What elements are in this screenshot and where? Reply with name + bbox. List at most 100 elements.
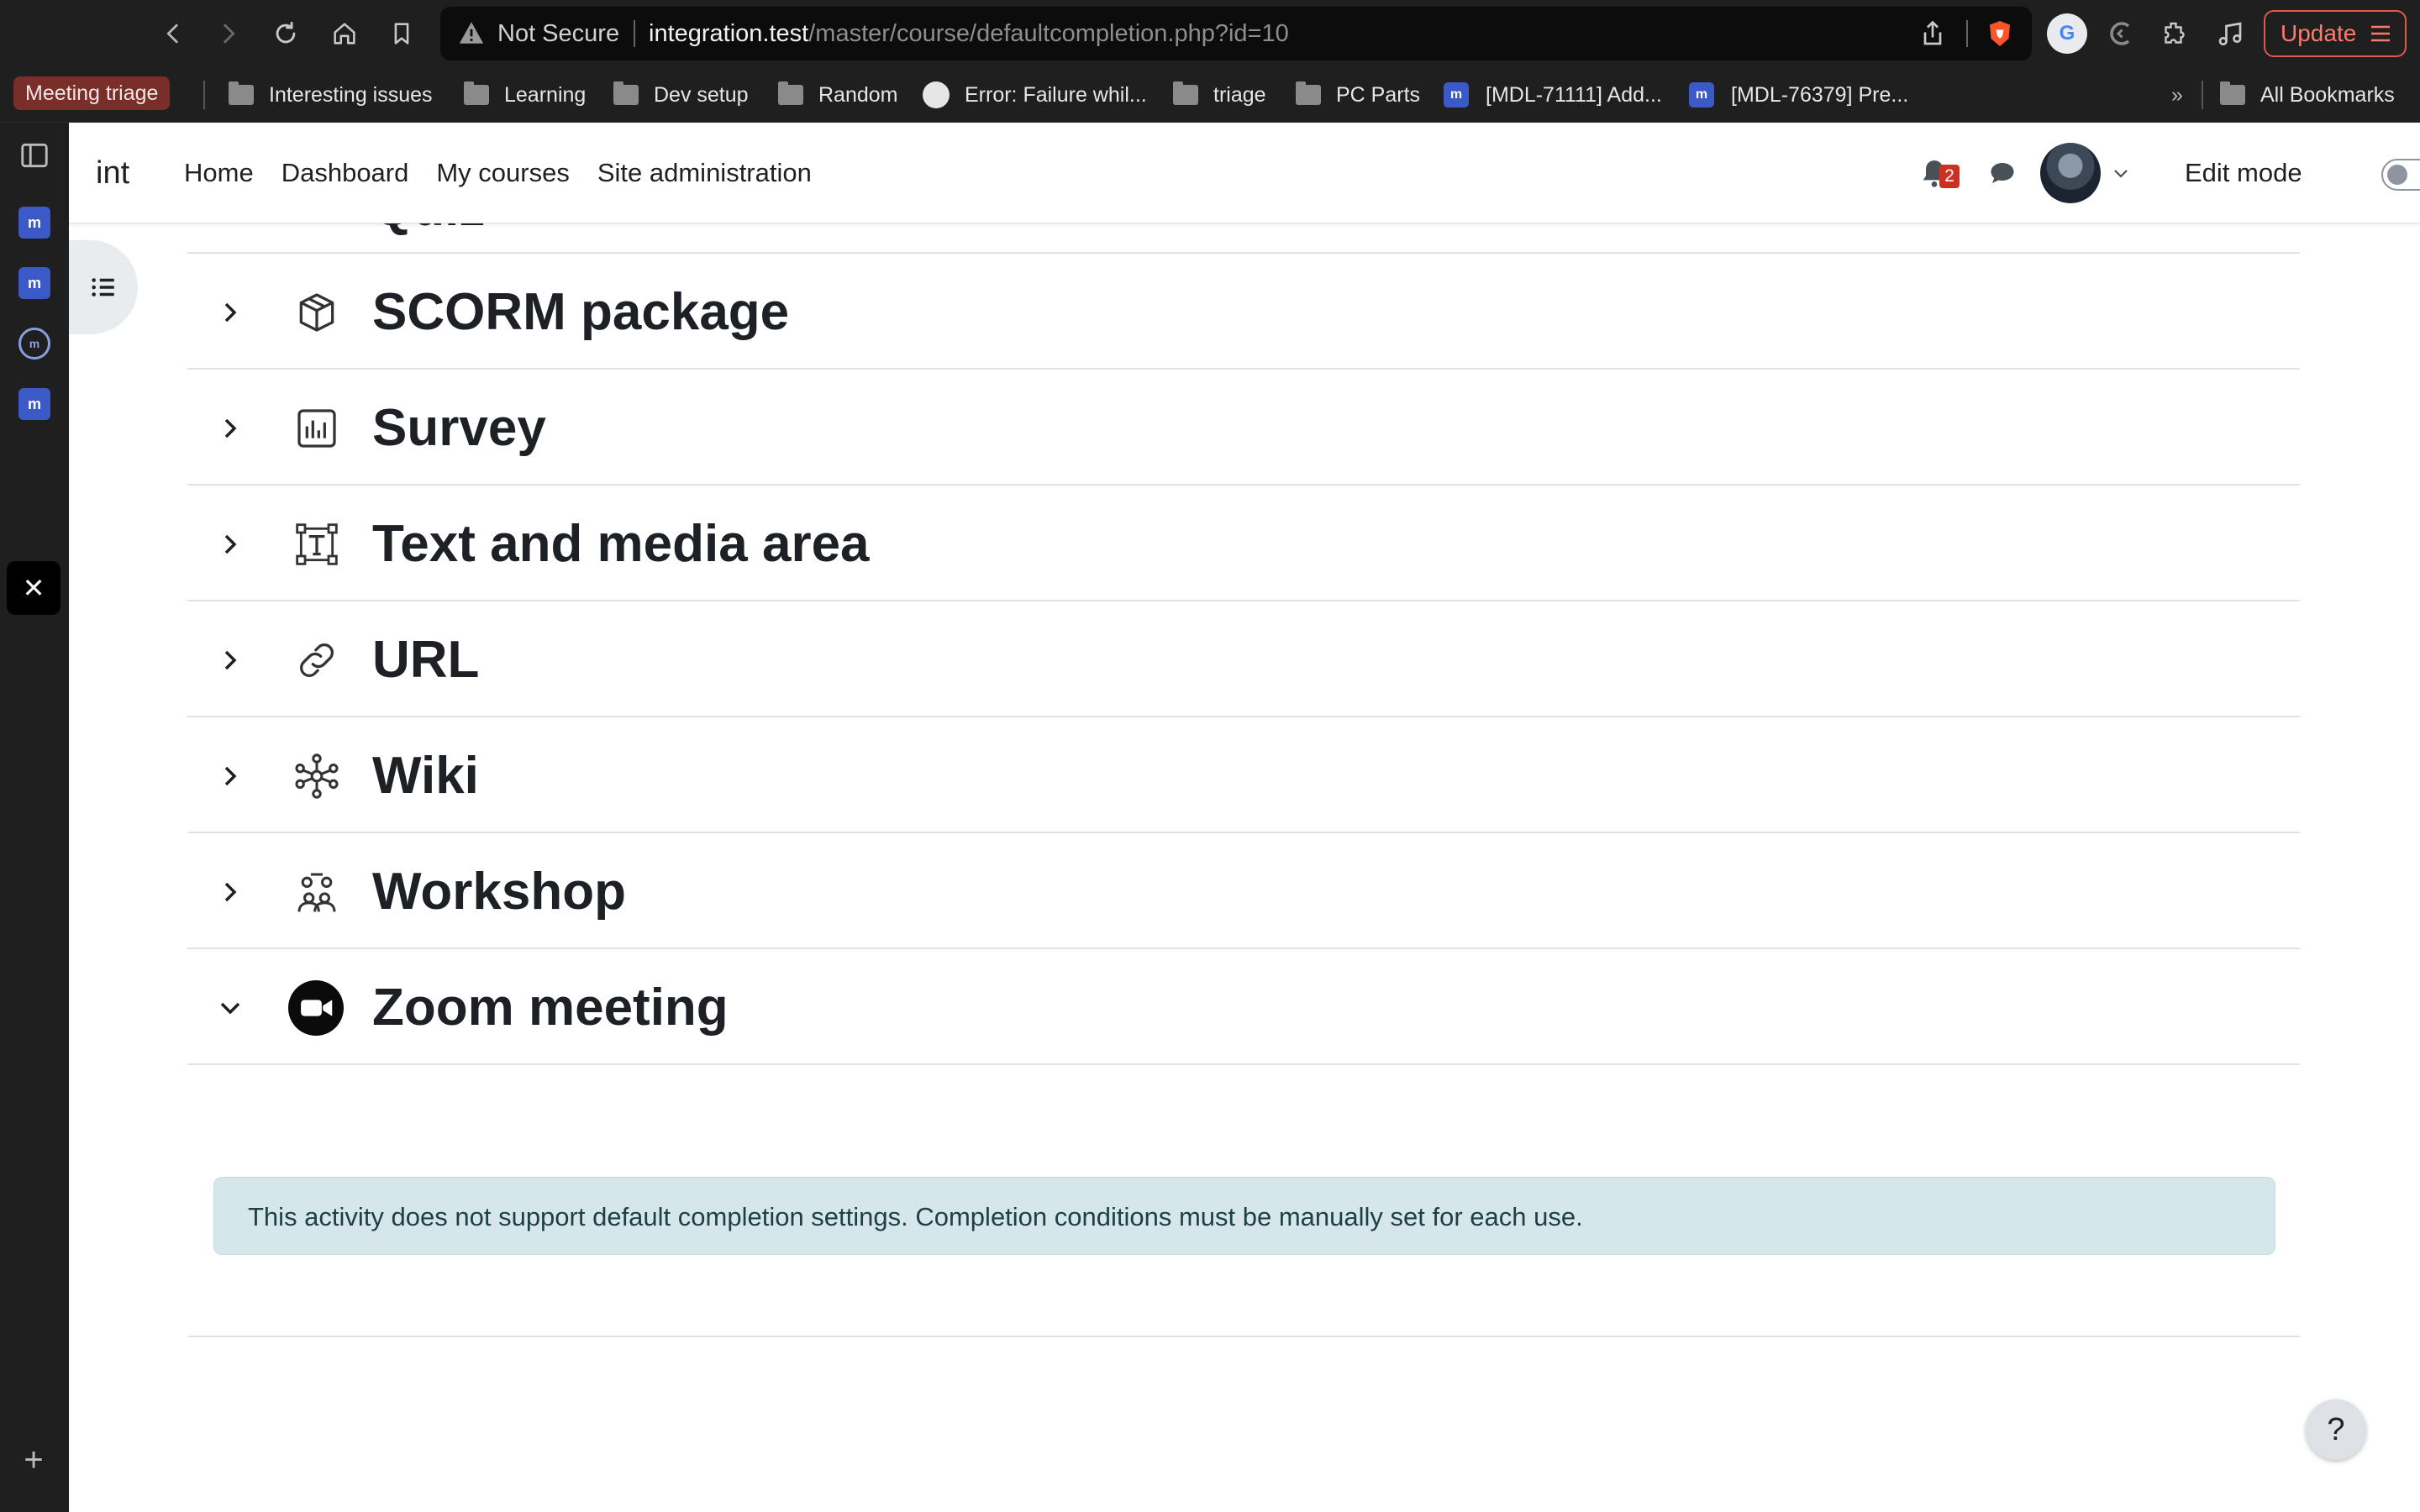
bookmarks-overflow[interactable]: »	[2171, 76, 2183, 113]
back-button[interactable]	[153, 13, 193, 54]
url-divider	[634, 20, 635, 47]
translate-extension-icon[interactable]: G	[2047, 13, 2087, 54]
activity-row-survey[interactable]: Survey	[187, 370, 2300, 486]
edit-mode-toggle[interactable]	[2381, 159, 2420, 191]
link-icon	[299, 643, 334, 678]
history-extension-icon[interactable]	[2106, 18, 2136, 49]
bookmark-label: Interesting issues	[269, 82, 433, 107]
activity-row-wiki[interactable]: Wiki	[187, 717, 2300, 833]
bookmarks-divider	[203, 81, 205, 109]
help-button[interactable]: ?	[2306, 1399, 2366, 1460]
bookmark-label: PC Parts	[1336, 82, 1421, 107]
list-icon	[92, 278, 114, 297]
moodle-icon[interactable]: m	[18, 388, 50, 420]
activity-name: SCORM package	[372, 283, 790, 341]
address-bar[interactable]: Not Secure integration.test/master/cours…	[440, 7, 2032, 60]
share-icon[interactable]	[1918, 18, 1948, 49]
activity-row-text-media[interactable]: Text and media area	[187, 486, 2300, 601]
media-icon[interactable]	[2215, 18, 2245, 49]
all-bookmarks[interactable]: All Bookmarks	[2220, 76, 2395, 113]
chevron-right-icon[interactable]	[218, 300, 243, 325]
moodle-navbar: int Home Dashboard My courses Site admin…	[69, 123, 2420, 223]
moodle-icon[interactable]: m	[18, 207, 50, 239]
url-host: integration.test	[649, 20, 809, 47]
extensions-icon[interactable]	[2160, 18, 2190, 49]
forward-button[interactable]	[208, 13, 249, 54]
url-right-divider	[1966, 20, 1968, 47]
update-label: Update	[2281, 20, 2357, 46]
bookmark-mdl-76379[interactable]: m [MDL-76379] Pre...	[1689, 76, 1908, 113]
update-button[interactable]: Update	[2264, 10, 2407, 57]
chevron-left-icon	[166, 24, 178, 44]
reload-button[interactable]	[266, 13, 306, 54]
activity-row-scorm[interactable]: SCORM package	[187, 254, 2300, 370]
main-content: Quiz SCORM package Survey Text and media…	[69, 177, 2420, 1512]
bookmark-icon	[394, 23, 409, 45]
chevron-down-icon[interactable]	[218, 995, 243, 1021]
bookmark-triage[interactable]: triage	[1173, 76, 1266, 113]
chevron-right-icon[interactable]	[218, 416, 243, 441]
info-alert: This activity does not support default c…	[213, 1177, 2275, 1255]
primary-navigation: Home Dashboard My courses Site administr…	[184, 123, 839, 223]
messages-icon[interactable]	[1986, 158, 2018, 188]
site-brand[interactable]: int	[96, 123, 129, 223]
activity-name: Workshop	[372, 863, 626, 921]
add-panel-icon[interactable]: +	[17, 1443, 50, 1477]
activity-row-url[interactable]: URL	[187, 601, 2300, 717]
moodle-tracker-icon[interactable]: m	[18, 328, 50, 360]
nav-site-administration[interactable]: Site administration	[597, 158, 812, 188]
browser-side-panel: m m m m ✕ +	[0, 123, 69, 1512]
moodle-icon: m	[1444, 82, 1469, 108]
activity-row-zoom[interactable]: Zoom meeting	[187, 949, 2300, 1065]
url-text: integration.test/master/course/defaultco…	[649, 7, 1289, 60]
bookmark-label: [MDL-71111] Add...	[1486, 82, 1662, 107]
url-path: /master/course/defaultcompletion.php?id=…	[808, 20, 1289, 47]
activity-name: Zoom meeting	[372, 979, 729, 1037]
survey-icon	[297, 409, 336, 448]
moodle-icon: m	[1689, 82, 1714, 108]
wiki-icon	[295, 753, 339, 799]
menu-icon	[2371, 25, 2390, 42]
bookmark-label: Random	[818, 82, 898, 107]
brave-shield-icon[interactable]	[1985, 18, 2015, 49]
toggle-knob	[2387, 165, 2407, 185]
moodle-icon[interactable]: m	[18, 267, 50, 299]
bookmark-dev-setup[interactable]: Dev setup	[613, 76, 749, 113]
bookmark-label: [MDL-76379] Pre...	[1731, 82, 1909, 107]
chevron-right-icon[interactable]	[218, 764, 243, 789]
bookmark-mdl-71111[interactable]: m [MDL-71111] Add...	[1444, 76, 1662, 113]
bookmark-label: Dev setup	[654, 82, 749, 107]
bookmark-github-error[interactable]: Error: Failure whil...	[923, 76, 1147, 113]
sidebar-toggle-icon[interactable]	[18, 139, 50, 171]
bookmark-interesting-issues[interactable]: Interesting issues	[229, 76, 433, 113]
bookmark-button[interactable]	[381, 13, 422, 54]
bookmark-learning[interactable]: Learning	[464, 76, 586, 113]
home-icon	[334, 23, 355, 45]
scorm-package-icon	[299, 293, 334, 332]
github-icon	[923, 81, 950, 108]
close-icon[interactable]: ✕	[7, 561, 60, 615]
chevron-right-icon[interactable]	[218, 879, 243, 905]
all-bookmarks-label: All Bookmarks	[2260, 82, 2395, 107]
chevron-down-icon[interactable]	[2111, 163, 2131, 183]
bookmark-random[interactable]: Random	[778, 76, 898, 113]
nav-dashboard[interactable]: Dashboard	[281, 158, 409, 188]
bookmark-pc-parts[interactable]: PC Parts	[1296, 76, 1420, 113]
user-avatar[interactable]	[2040, 143, 2101, 203]
home-button[interactable]	[324, 13, 365, 54]
notification-count-badge: 2	[1939, 165, 1960, 188]
folder-icon	[613, 81, 639, 105]
bookmark-meeting-triage[interactable]: Meeting triage	[13, 76, 171, 110]
alert-message: This activity does not support default c…	[248, 1202, 1583, 1231]
nav-home[interactable]: Home	[184, 158, 254, 188]
activity-name: URL	[372, 631, 480, 689]
chevron-right-icon[interactable]	[218, 532, 243, 557]
chevron-right-icon[interactable]	[218, 648, 243, 673]
folder-icon	[464, 81, 489, 105]
activity-name: Survey	[372, 399, 546, 457]
warning-icon	[459, 22, 484, 44]
activity-name: Text and media area	[372, 515, 870, 573]
nav-my-courses[interactable]: My courses	[436, 158, 569, 188]
bookmark-label: triage	[1213, 82, 1266, 107]
activity-row-workshop[interactable]: Workshop	[187, 833, 2300, 949]
